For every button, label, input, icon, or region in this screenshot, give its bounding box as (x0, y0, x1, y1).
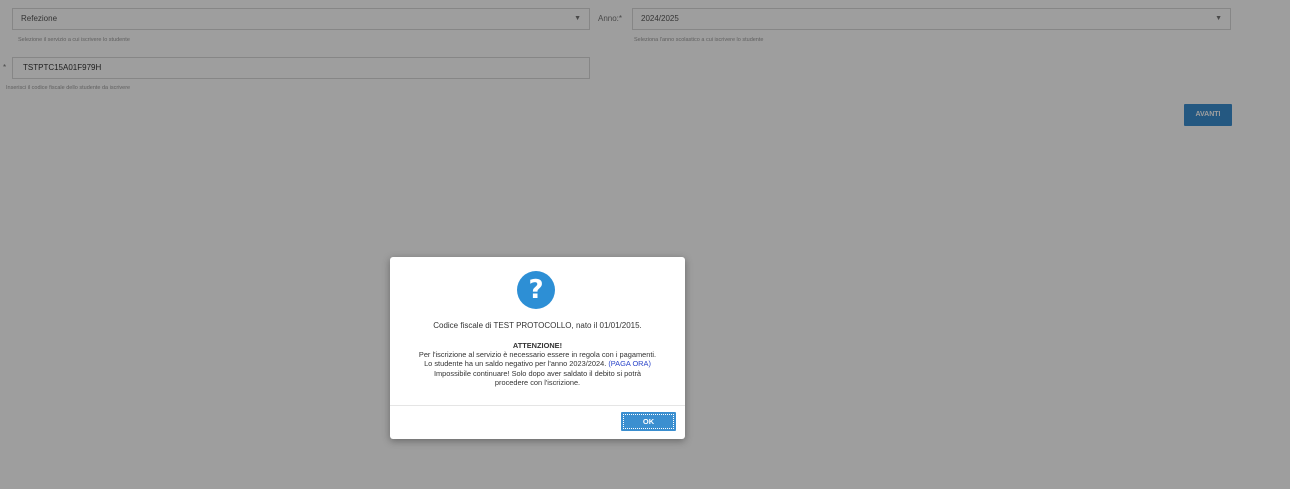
dialog-student-info: Codice fiscale di TEST PROTOCOLLO, nato … (433, 321, 642, 330)
page: Refezione ▼ Selezione il servizio a cui … (0, 0, 1290, 489)
dialog-attention-title: ATTENZIONE! (512, 341, 563, 350)
question-icon: ? (517, 271, 555, 309)
ok-button[interactable]: OK (621, 412, 676, 431)
pay-now-link[interactable]: (PAGA ORA) (608, 359, 651, 368)
dialog-message-line4: procedere con l'iscrizione. (494, 377, 581, 387)
dialog-message-line3: Impossibile continuare! Solo dopo aver s… (433, 368, 642, 378)
dialog-divider (390, 405, 685, 406)
dialog-message-line2: Lo studente ha un saldo negativo per l'a… (390, 359, 685, 368)
dialog-message: ATTENZIONE! Per l'iscrizione al servizio… (390, 341, 685, 387)
dialog-message-line2-text: Lo studente ha un saldo negativo per l'a… (424, 359, 607, 369)
dialog-message-line1: Per l'iscrizione al servizio è necessari… (418, 350, 657, 360)
warning-dialog: ? Codice fiscale di TEST PROTOCOLLO, nat… (390, 257, 685, 439)
